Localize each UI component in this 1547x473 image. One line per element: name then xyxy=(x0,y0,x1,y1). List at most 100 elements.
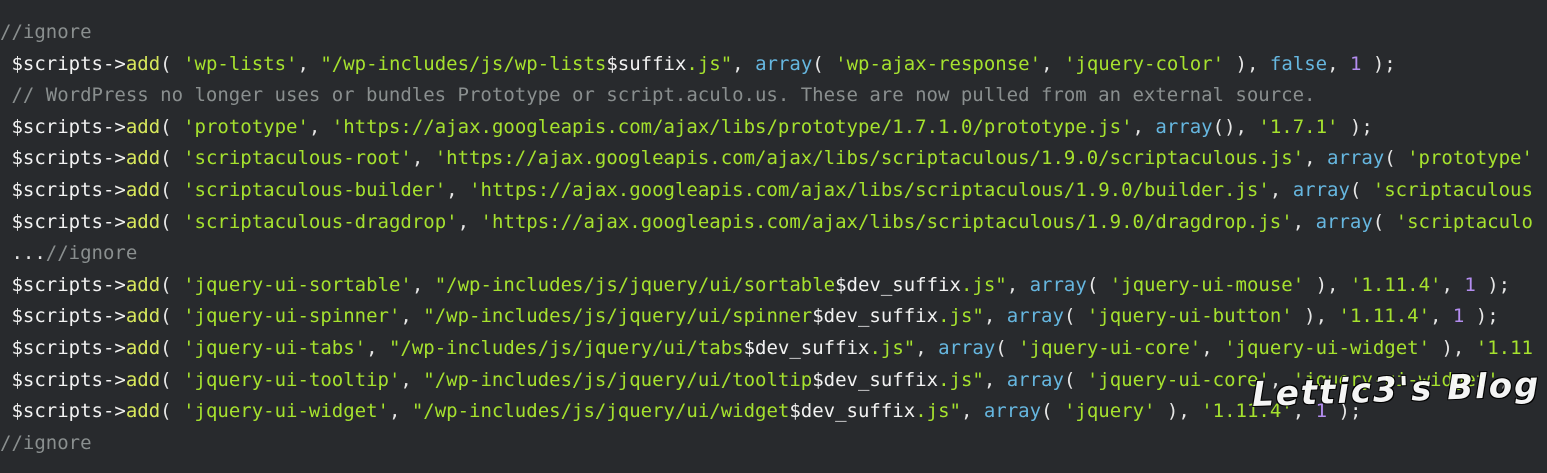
string-token: 'jquery-ui-widget' xyxy=(1292,368,1499,391)
number-token: 1 xyxy=(1349,52,1362,75)
function-token: add xyxy=(125,52,161,75)
punctuation-token: ( xyxy=(812,52,836,75)
punctuation-token: ); xyxy=(1361,52,1396,75)
variable-token: $scripts-> xyxy=(0,52,126,75)
string-token: 'jquery' xyxy=(1063,400,1156,423)
code-line: $scripts->add( 'wp-lists', "/wp-includes… xyxy=(0,49,1547,81)
code-line: $scripts->add( 'jquery-ui-sortable', "/w… xyxy=(0,270,1547,302)
variable-token: $dev_suffix xyxy=(812,368,939,391)
string-token: "/wp-includes/js/jquery/ui/tabs xyxy=(388,336,744,359)
variable-token: $scripts-> xyxy=(0,178,126,201)
punctuation-token: ); xyxy=(1464,305,1499,328)
code-line: ...//ignore xyxy=(0,238,1547,270)
punctuation-token: , xyxy=(1132,115,1156,138)
function-token: add xyxy=(125,305,161,328)
number-token: 1 xyxy=(1452,305,1465,328)
punctuation-token: ), xyxy=(1224,52,1270,75)
punctuation-token: ( xyxy=(995,336,1019,359)
string-token: 'https://ajax.googleapis.com/ajax/libs/s… xyxy=(434,147,1305,170)
string-token: "/wp-includes/js/jquery/ui/sortable xyxy=(434,273,836,296)
punctuation-token: , xyxy=(960,400,984,423)
string-token: .js" xyxy=(938,368,984,391)
punctuation-token: , xyxy=(400,305,424,328)
punctuation-token: , xyxy=(388,400,412,423)
string-token: '1.7.1' xyxy=(1258,115,1339,138)
string-token: .js" xyxy=(686,52,733,75)
comment-token: //ignore xyxy=(0,21,92,43)
punctuation-token: , xyxy=(446,178,470,201)
variable-token: $scripts-> xyxy=(0,368,126,391)
comment-token: //ignore xyxy=(0,431,92,454)
punctuation-token: (), xyxy=(1212,115,1259,138)
punctuation-token: , xyxy=(411,147,435,170)
code-editor[interactable]: //ignore $scripts->add( 'wp-lists', "/wp… xyxy=(0,17,1547,473)
string-token: 'wp-lists' xyxy=(183,52,298,75)
variable-token: $dev_suffix xyxy=(812,305,939,328)
code-line: $scripts->add( 'scriptaculous-root', 'ht… xyxy=(0,143,1547,175)
variable-token: $dev_suffix xyxy=(835,273,961,296)
string-token: .js" xyxy=(915,400,961,423)
function-token: add xyxy=(125,336,161,359)
keyword-token: array xyxy=(1006,368,1064,391)
punctuation-token: ( xyxy=(1063,305,1087,328)
keyword-token: array xyxy=(1315,210,1373,233)
code-line: $scripts->add( 'scriptaculous-builder', … xyxy=(0,175,1547,207)
punctuation-token: ( xyxy=(1349,178,1373,201)
number-token: 1 xyxy=(1315,400,1328,423)
punctuation-token: , xyxy=(1006,273,1030,296)
function-token: add xyxy=(125,178,161,201)
punctuation-token: ( xyxy=(1041,400,1064,423)
string-token: 'jquery-ui-mouse' xyxy=(1109,273,1305,296)
variable-token: $scripts-> xyxy=(0,305,126,328)
string-token: 'https://ajax.googleapis.com/ajax/libs/s… xyxy=(480,210,1293,233)
keyword-token: array xyxy=(1029,273,1087,296)
string-token: 'jquery-ui-tabs' xyxy=(183,336,367,359)
code-line: $scripts->add( 'jquery-ui-widget', "/wp-… xyxy=(0,396,1547,428)
keyword-token: array xyxy=(755,52,813,75)
string-token: 'scriptaculous-dragdrop' xyxy=(183,210,458,233)
comment-token: //ignore xyxy=(45,242,138,265)
code-line: //ignore xyxy=(0,17,1547,49)
string-token: '1.11 xyxy=(1475,336,1533,359)
code-line: $scripts->add( 'jquery-ui-spinner', "/wp… xyxy=(0,301,1547,333)
punctuation-token: , xyxy=(1269,368,1293,391)
punctuation-token: ( xyxy=(1086,273,1110,296)
string-token: "/wp-includes/js/jquery/ui/spinner xyxy=(423,305,813,328)
string-token: '1.11.4' xyxy=(1338,305,1431,328)
string-token: .js" xyxy=(869,336,916,359)
variable-token: $scripts-> xyxy=(0,273,126,296)
punctuation-token: , xyxy=(366,336,389,359)
string-token: 'scriptaculous-root' xyxy=(183,147,412,170)
string-token: 'prototype' xyxy=(1407,147,1533,170)
comment-token: // WordPress no longer uses or bundles P… xyxy=(0,84,1316,107)
string-token: 'https://ajax.googleapis.com/ajax/libs/p… xyxy=(331,115,1133,138)
code-line: $scripts->add( 'jquery-ui-tooltip', "/wp… xyxy=(0,365,1547,397)
punctuation-token: , xyxy=(1292,400,1316,423)
punctuation-token: ( xyxy=(160,147,184,170)
string-token: 'jquery-color' xyxy=(1063,52,1225,75)
function-token: add xyxy=(125,147,161,170)
punctuation-token: , xyxy=(411,273,435,296)
function-token: add xyxy=(125,115,161,138)
string-token: 'jquery-ui-button' xyxy=(1086,305,1293,328)
string-token: 'jquery-ui-widget' xyxy=(183,400,389,423)
punctuation-token: ( xyxy=(160,52,184,75)
variable-token: $dev_suffix xyxy=(789,400,916,423)
variable-token: $scripts-> xyxy=(0,115,126,138)
function-token: add xyxy=(125,210,161,233)
punctuation-token: , xyxy=(1269,178,1293,201)
keyword-token: array xyxy=(1292,178,1350,201)
variable-token: $scripts-> xyxy=(0,336,126,359)
punctuation-token: , xyxy=(1304,147,1327,170)
punctuation-token: , xyxy=(1201,336,1225,359)
string-token: .js" xyxy=(960,273,1007,296)
variable-token: $dev_suffix xyxy=(743,336,870,359)
keyword-token: false xyxy=(1269,52,1328,75)
punctuation-token: , xyxy=(915,336,939,359)
string-token: '1.11.4' xyxy=(1349,273,1442,296)
string-token: "/wp-includes/js/wp-lists xyxy=(320,52,607,75)
string-token: 'jquery-ui-tooltip' xyxy=(183,368,401,391)
function-token: add xyxy=(125,273,161,296)
code-line: $scripts->add ( 'jquery-ui-tabs', "/wp-in… xyxy=(0,333,1547,365)
punctuation-token: ( xyxy=(1372,210,1396,233)
